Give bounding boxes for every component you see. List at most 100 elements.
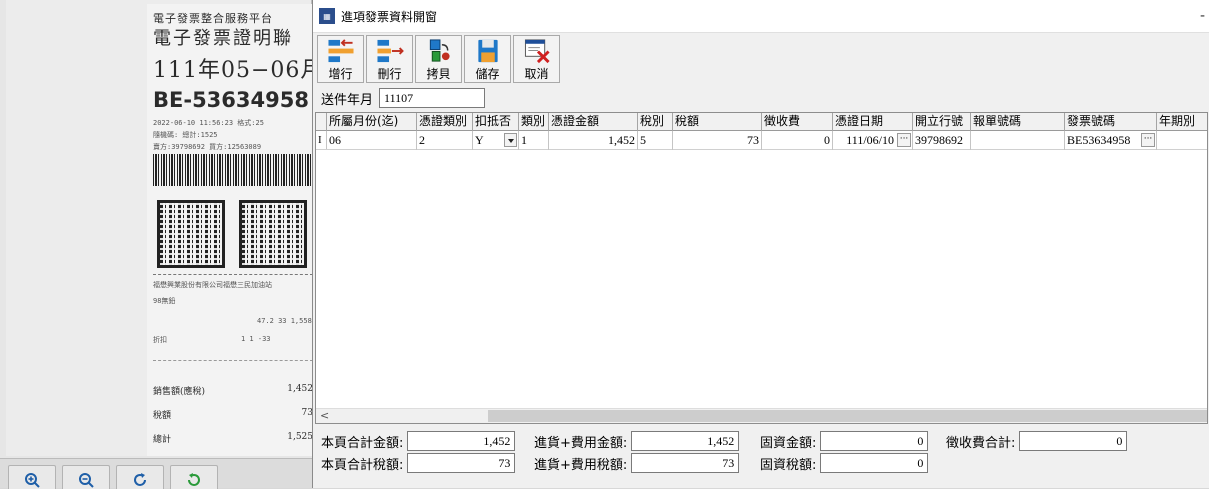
cell-tax-amount[interactable]: 73 xyxy=(673,131,762,150)
cancel-button[interactable]: 取消 xyxy=(513,35,560,83)
cell-value: BE53634958 xyxy=(1067,133,1131,147)
delete-row-label: 刪行 xyxy=(377,67,402,81)
zoom-out-button[interactable] xyxy=(62,465,110,489)
horizontal-scrollbar[interactable]: < xyxy=(316,408,1207,423)
cell-value: 06 xyxy=(329,133,341,147)
dropdown-arrow-icon[interactable] xyxy=(504,133,517,147)
cell-value: 1,452 xyxy=(608,133,635,147)
minimize-button[interactable]: - xyxy=(1200,8,1205,24)
scroll-left-icon[interactable]: < xyxy=(320,409,329,422)
fixed-amount-label: 固資金額: xyxy=(760,435,817,451)
rotate-left-button[interactable] xyxy=(170,465,218,489)
receipt-image: 電子發票整合服務平台 電子發票證明聯 111年05−06月 BE-5363495… xyxy=(147,4,318,456)
add-row-button[interactable]: 增行 xyxy=(317,35,364,83)
cell-declaration-no[interactable] xyxy=(971,131,1065,150)
cell-deductible[interactable]: Y xyxy=(473,131,519,150)
purchase-amount-label: 進貨+費用金額: xyxy=(534,435,628,451)
scrollbar-thumb[interactable] xyxy=(488,410,1207,422)
table-row[interactable]: I 06 2 Y 1 1,452 5 73 0 111/06/10 ··· 39798692 BE536… xyxy=(316,131,1207,150)
receipt-invoice-number: BE-53634958 xyxy=(153,88,309,112)
cell-value: 2 xyxy=(419,133,425,147)
zoom-in-button[interactable] xyxy=(8,465,56,489)
purchase-amount-field[interactable] xyxy=(631,431,740,451)
column-header-voucher-date[interactable]: 憑證日期 xyxy=(833,113,913,131)
receipt-title: 電子發票證明聯 xyxy=(153,28,293,49)
receipt-qr-left xyxy=(157,200,225,268)
page-amount-field[interactable] xyxy=(407,431,516,451)
window-title: 進項發票資料開窗 xyxy=(341,9,438,24)
grid-header-corner xyxy=(316,113,327,131)
page-tax-field[interactable] xyxy=(407,453,516,473)
cell-voucher-type[interactable]: 2 xyxy=(417,131,473,150)
zoom-out-icon xyxy=(79,473,94,488)
fixed-tax-label: 固資稅額: xyxy=(760,457,817,473)
viewer-toolbar xyxy=(0,458,312,489)
receipt-divider-2 xyxy=(153,360,313,361)
page-tax-total: 本頁合計稅額: xyxy=(321,453,516,473)
send-month-row: 送件年月 xyxy=(321,88,486,108)
copy-label: 拷貝 xyxy=(426,67,451,81)
cell-voucher-amount[interactable]: 1,452 xyxy=(549,131,638,150)
fixed-amount-field[interactable] xyxy=(820,431,929,451)
cell-levy-fee[interactable]: 0 xyxy=(762,131,833,150)
column-header-invoice-no[interactable]: 發票號碼 xyxy=(1065,113,1157,131)
levy-total-field[interactable] xyxy=(1019,431,1128,451)
column-header-month-end[interactable]: 所屬月份(迄) xyxy=(327,113,417,131)
cell-voucher-date[interactable]: 111/06/10 ··· xyxy=(833,131,913,150)
purchase-amount-total: 進貨+費用金額: xyxy=(534,431,740,451)
column-header-tax-type[interactable]: 稅別 xyxy=(638,113,673,131)
ellipsis-button-icon[interactable]: ··· xyxy=(897,133,911,147)
receipt-item: 98無鉛 xyxy=(153,297,176,305)
cell-tax-type[interactable]: 5 xyxy=(638,131,673,150)
fixed-tax-total: 固資稅額: xyxy=(760,453,929,473)
purchase-tax-field[interactable] xyxy=(631,453,740,473)
receipt-tax-row: 稅額 73 xyxy=(153,408,313,421)
receipt-random-code: 隨機碼: 總計:1525 xyxy=(153,131,218,139)
window-titlebar[interactable]: ▦ 進項發票資料開窗 xyxy=(313,0,1209,33)
column-header-category[interactable]: 類別 xyxy=(519,113,549,131)
purchase-tax-total: 進貨+費用稅額: xyxy=(534,453,740,473)
ellipsis-button-icon[interactable]: ··· xyxy=(1141,133,1155,147)
receipt-discount-values: 1 1 -33 xyxy=(241,335,271,343)
column-header-deductible[interactable]: 扣抵否 xyxy=(473,113,519,131)
page-tax-label: 本頁合計稅額: xyxy=(321,457,404,473)
cell-invoice-no[interactable]: BE53634958 ··· xyxy=(1065,131,1157,150)
cell-value: Y xyxy=(475,133,484,147)
cell-value: 111/06/10 xyxy=(846,133,894,147)
invoice-grid: 所屬月份(迄) 憑證類別 扣抵否 類別 憑證金額 稅別 稅額 徵收費 憑證日期 開立行號 報單號碼發… xyxy=(315,112,1208,424)
column-header-tax-amount[interactable]: 稅額 xyxy=(673,113,762,131)
cell-month-end[interactable]: 06 xyxy=(327,131,417,150)
send-month-input[interactable] xyxy=(379,88,486,108)
save-button[interactable]: 儲存 xyxy=(464,35,511,83)
copy-icon xyxy=(429,39,450,62)
cell-value: 5 xyxy=(640,133,646,147)
column-header-issuer-id[interactable]: 開立行號 xyxy=(913,113,971,131)
column-header-levy-fee[interactable]: 徵收費 xyxy=(762,113,833,131)
receipt-qr-right xyxy=(239,200,307,268)
column-header-declaration-no[interactable]: 報單號碼 xyxy=(971,113,1065,131)
receipt-total-row: 總計 1,525 xyxy=(153,432,313,445)
page-amount-label: 本頁合計金額: xyxy=(321,435,404,451)
receipt-store: 福懋興業股份有限公司福懋三民加油站 xyxy=(153,281,272,289)
delete-row-button[interactable]: 刪行 xyxy=(366,35,413,83)
column-header-period[interactable]: 年期別 xyxy=(1157,113,1207,131)
copy-button[interactable]: 拷貝 xyxy=(415,35,462,83)
rotate-right-button[interactable] xyxy=(116,465,164,489)
app-icon: ▦ xyxy=(319,8,335,24)
fixed-tax-field[interactable] xyxy=(820,453,929,473)
cell-value: 73 xyxy=(747,133,759,147)
receipt-tax-label: 稅額 xyxy=(153,411,172,421)
column-header-voucher-amount[interactable]: 憑證金額 xyxy=(549,113,638,131)
column-header-voucher-type[interactable]: 憑證類別 xyxy=(417,113,473,131)
receipt-datetime: 2022-06-10 11:56:23 格式:25 xyxy=(153,119,264,127)
image-canvas: 電子發票整合服務平台 電子發票證明聯 111年05−06月 BE-5363495… xyxy=(6,0,318,456)
cell-category[interactable]: 1 xyxy=(519,131,549,150)
receipt-item-qty: 47.2 33 1,558 xyxy=(257,317,312,325)
delete-row-icon xyxy=(376,39,404,63)
cell-issuer-id[interactable]: 39798692 xyxy=(913,131,971,150)
receipt-total-value: 1,525 xyxy=(287,432,313,442)
fixed-amount-total: 固資金額: xyxy=(760,431,929,451)
cell-value: 39798692 xyxy=(915,133,963,147)
receipt-sales-row: 銷售額(應稅) 1,452 xyxy=(153,384,313,397)
cell-period[interactable] xyxy=(1157,131,1207,150)
